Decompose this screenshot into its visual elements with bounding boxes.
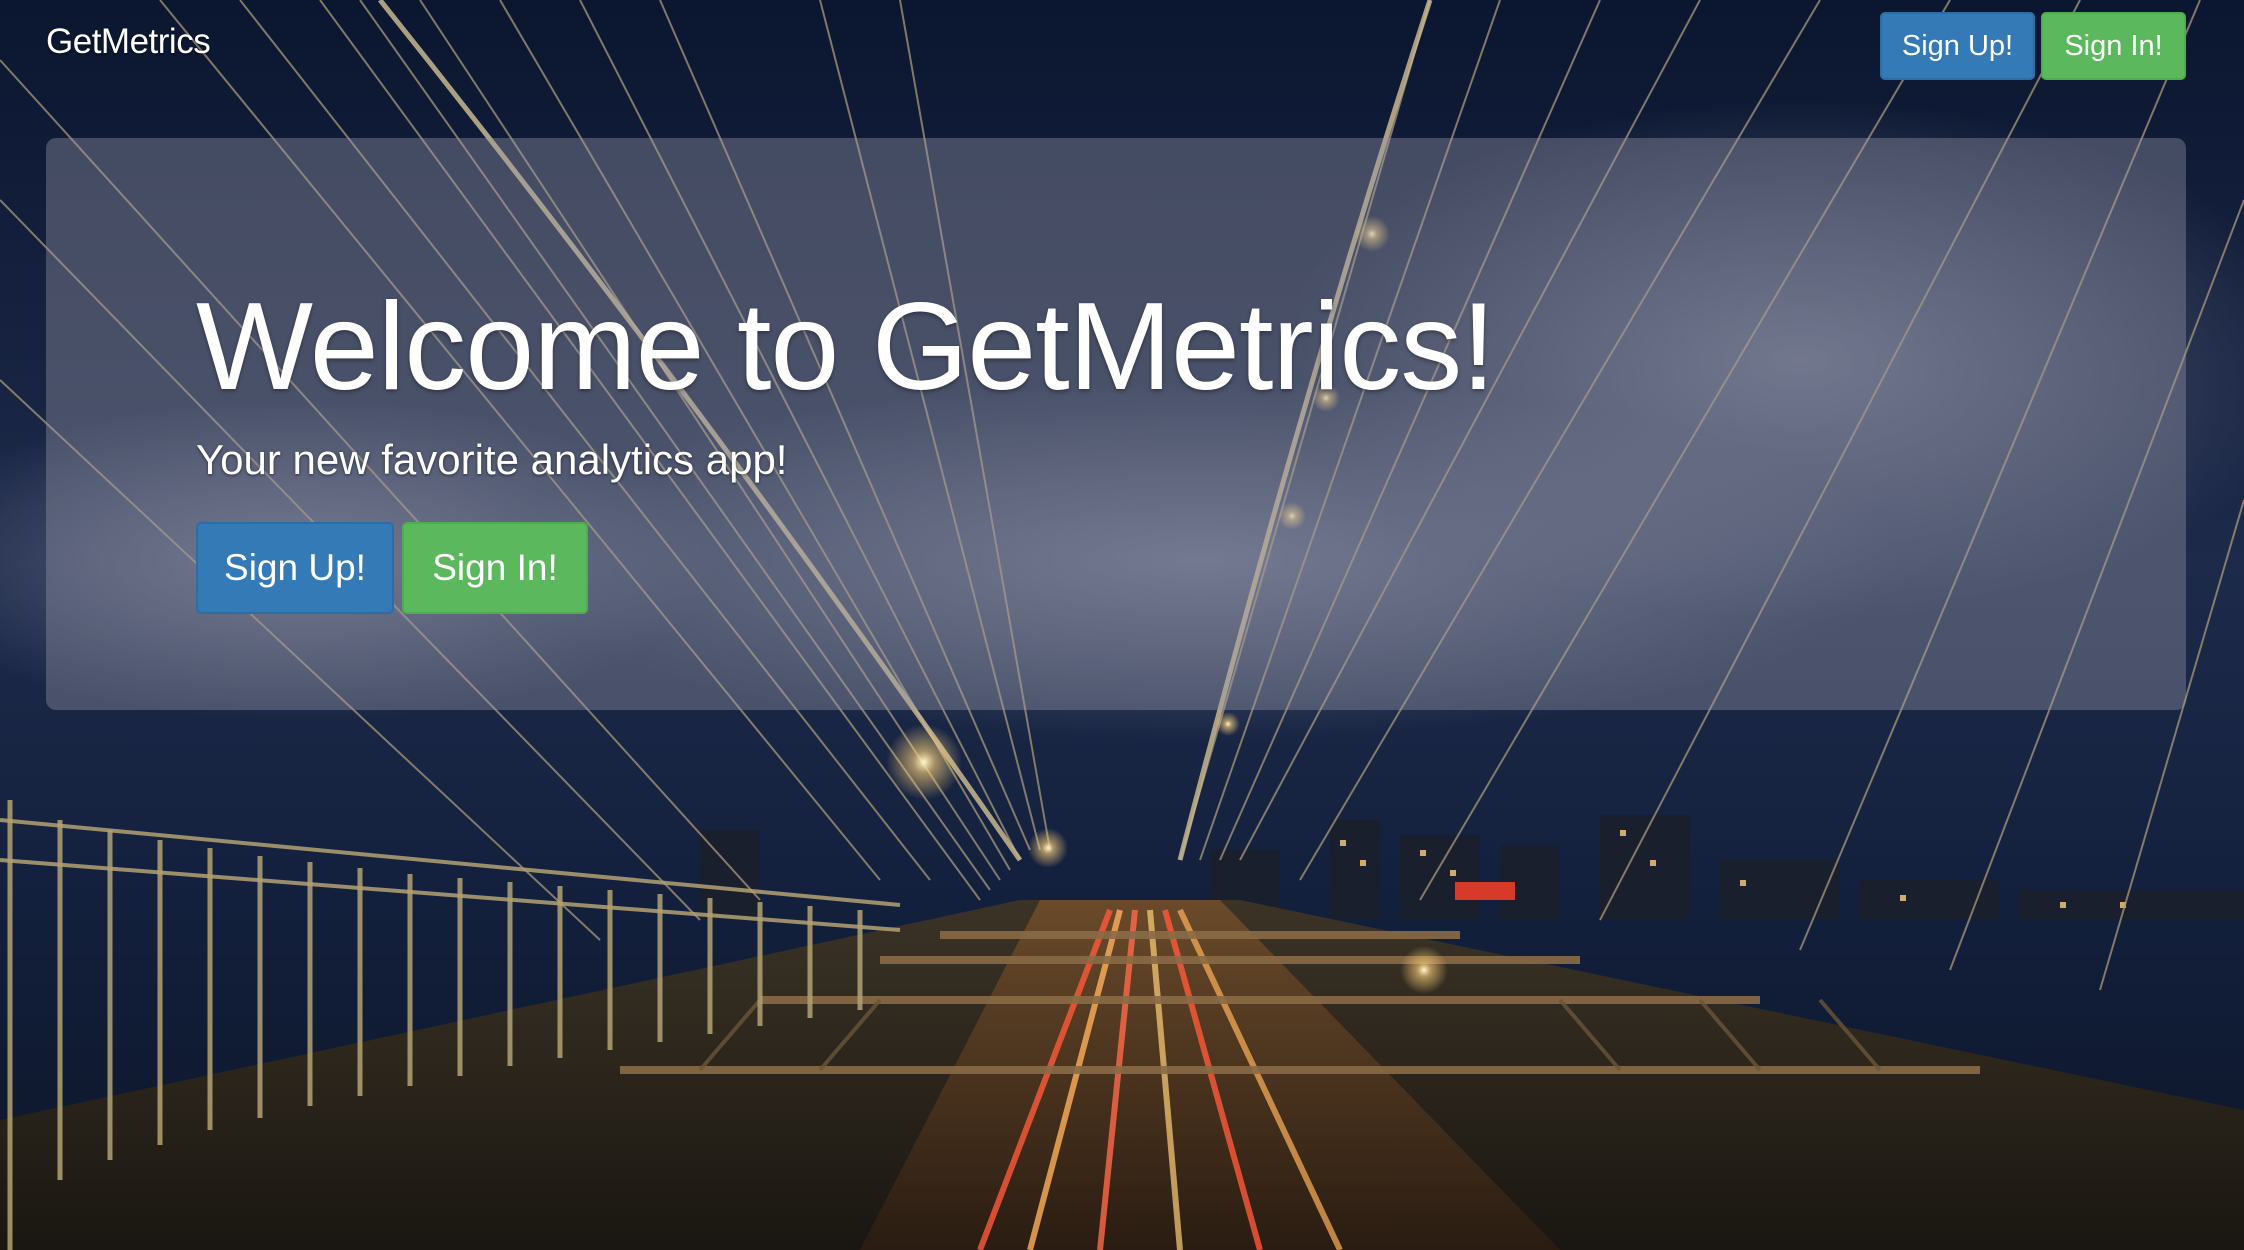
hero-sign-up-button[interactable]: Sign Up! (196, 522, 394, 614)
hero-subtitle: Your new favorite analytics app! (196, 436, 788, 483)
hero-title: Welcome to GetMetrics! (196, 278, 1496, 416)
navbar-button-group: Sign Up! Sign In! (1880, 12, 2186, 80)
hero-button-group: Sign Up! Sign In! (196, 522, 588, 614)
hero-panel: Welcome to GetMetrics! Your new favorite… (46, 138, 2186, 710)
navbar: GetMetrics Sign Up! Sign In! (0, 0, 2244, 96)
brand-logo-link[interactable]: GetMetrics (46, 22, 211, 62)
navbar-sign-in-button[interactable]: Sign In! (2041, 12, 2186, 80)
navbar-sign-up-button[interactable]: Sign Up! (1880, 12, 2035, 80)
hero-sign-in-button[interactable]: Sign In! (402, 522, 588, 614)
